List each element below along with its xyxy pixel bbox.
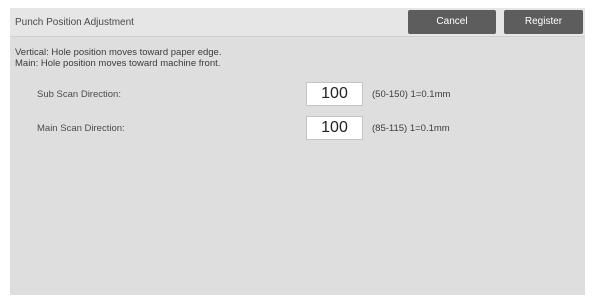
adjustment-screen: Punch Position Adjustment Cancel Registe… [10,8,585,295]
sub-scan-input[interactable]: 100 [306,82,363,106]
main-scan-label: Main Scan Direction: [37,123,125,134]
header-bar: Punch Position Adjustment Cancel Registe… [10,8,585,37]
sub-scan-range: (50-150) 1=0.1mm [372,89,451,100]
sub-scan-label: Sub Scan Direction: [37,89,121,100]
description-main: Main: Hole position moves toward machine… [15,58,221,69]
register-button[interactable]: Register [504,10,583,34]
description-vertical: Vertical: Hole position moves toward pap… [15,47,222,58]
page-title: Punch Position Adjustment [15,17,134,28]
cancel-button[interactable]: Cancel [408,10,496,34]
main-scan-input[interactable]: 100 [306,116,363,140]
main-scan-range: (85-115) 1=0.1mm [372,123,450,134]
